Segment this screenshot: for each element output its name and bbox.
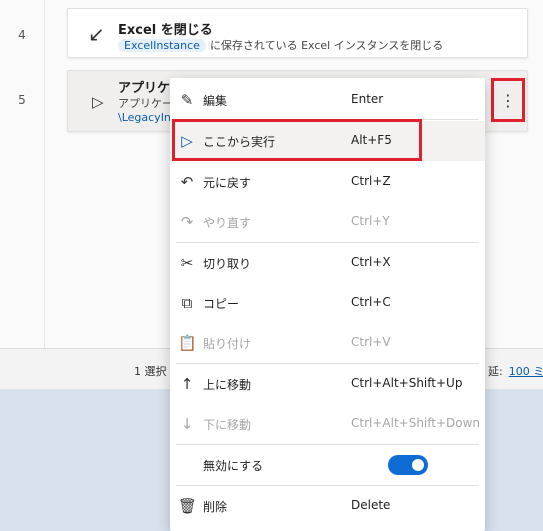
menu-item-label: 無効にする <box>203 459 264 473</box>
menu-item-run-from-here[interactable]: ▷ ここから実行 Alt+F5 <box>170 121 485 161</box>
move-down-icon: ↓ <box>180 415 194 433</box>
menu-item-cut[interactable]: ✂ 切り取り Ctrl+X <box>170 243 485 283</box>
more-vertical-icon: ⋮ <box>500 90 516 110</box>
menu-item-move-up[interactable]: ↑ 上に移動 Ctrl+Alt+Shift+Up <box>170 364 485 404</box>
menu-item-label: 下に移動 <box>203 418 252 432</box>
menu-item-label: 削除 <box>203 500 228 514</box>
delay-status: 延: 100 ミ <box>488 363 543 379</box>
copy-icon: ⧉ <box>181 294 193 312</box>
run-icon: ▷ <box>92 93 104 111</box>
paste-icon: 📋 <box>178 334 197 352</box>
menu-item-paste[interactable]: 📋 貼り付け Ctrl+V <box>170 323 485 363</box>
menu-item-label: ここから実行 <box>203 135 276 149</box>
menu-item-undo[interactable]: ↶ 元に戻す Ctrl+Z <box>170 162 485 202</box>
menu-item-edit[interactable]: ✎ 編集 Enter <box>170 80 485 120</box>
menu-item-disable[interactable]: 無効にする <box>170 445 485 485</box>
step-link[interactable]: \LegacyIn <box>118 111 171 124</box>
step-description-text: に保存されている Excel インスタンスを閉じる <box>209 39 444 52</box>
menu-item-label: 切り取り <box>203 257 252 271</box>
line-number-4: 4 <box>18 28 26 42</box>
close-arrow-icon: ↙ <box>88 22 105 46</box>
context-menu: ✎ 編集 Enter ▷ ここから実行 Alt+F5 ↶ 元に戻す Ctrl+Z… <box>170 78 485 531</box>
edit-icon: ✎ <box>180 91 194 109</box>
delete-icon: 🗑 <box>178 497 198 515</box>
step-close-excel[interactable]: ↙ Excel を閉じる ExcelInstance に保存されている Excel… <box>67 8 528 58</box>
disable-toggle[interactable] <box>388 455 428 475</box>
variable-badge[interactable]: ExcelInstance <box>118 39 206 52</box>
menu-item-move-down[interactable]: ↓ 下に移動 Ctrl+Alt+Shift+Down <box>170 404 485 444</box>
line-number-gutter: 4 5 <box>0 0 45 348</box>
menu-item-label: コピー <box>203 297 240 311</box>
menu-item-shortcut: Ctrl+C <box>351 295 391 309</box>
redo-icon: ↷ <box>180 213 194 231</box>
menu-item-copy[interactable]: ⧉ コピー Ctrl+C <box>170 283 485 323</box>
menu-item-shortcut: Delete <box>351 498 391 512</box>
menu-item-redo[interactable]: ↷ やり直す Ctrl+Y <box>170 202 485 242</box>
move-up-icon: ↑ <box>180 375 194 393</box>
menu-item-label: 貼り付け <box>203 337 252 351</box>
menu-item-shortcut: Ctrl+Z <box>351 174 391 188</box>
toggle-knob <box>412 459 424 471</box>
menu-item-shortcut: Enter <box>351 92 384 106</box>
menu-item-label: 元に戻す <box>203 176 252 190</box>
more-options-button[interactable]: ⋮ <box>491 78 525 122</box>
run-from-here-icon: ▷ <box>181 132 193 150</box>
menu-item-label: やり直す <box>203 216 252 230</box>
step-description: ExcelInstance に保存されている Excel インスタンスを閉じる <box>118 37 443 53</box>
delay-label: 延: <box>488 365 503 378</box>
undo-icon: ↶ <box>180 173 194 191</box>
step-title: Excel を閉じる <box>118 23 213 38</box>
menu-item-delete[interactable]: 🗑 削除 Delete <box>170 486 485 526</box>
menu-item-shortcut: Ctrl+Y <box>351 214 390 228</box>
menu-item-label: 編集 <box>203 94 228 108</box>
cut-icon: ✂ <box>180 254 194 272</box>
delay-link[interactable]: 100 ミ <box>509 365 543 378</box>
menu-item-shortcut: Alt+F5 <box>351 133 392 147</box>
selection-status: 1 選択 <box>134 365 167 378</box>
menu-item-shortcut: Ctrl+Alt+Shift+Down <box>351 416 481 430</box>
menu-item-shortcut: Ctrl+X <box>351 255 391 269</box>
menu-item-label: 上に移動 <box>203 378 252 392</box>
menu-item-shortcut: Ctrl+V <box>351 335 391 349</box>
menu-item-shortcut: Ctrl+Alt+Shift+Up <box>351 376 463 390</box>
menu-separator <box>176 119 479 120</box>
line-number-5: 5 <box>18 93 26 107</box>
